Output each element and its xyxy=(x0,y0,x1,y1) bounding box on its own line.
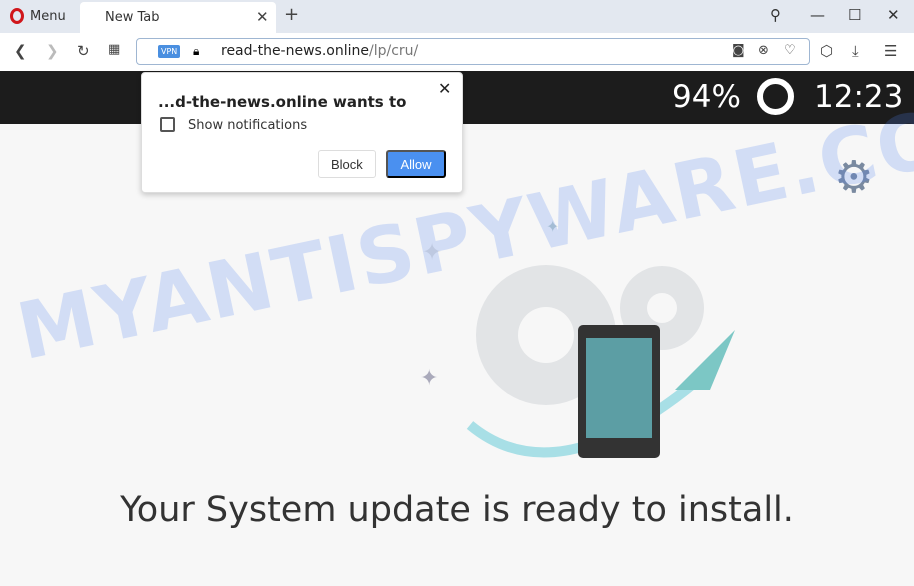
download-icon[interactable]: ⤓ xyxy=(852,42,859,60)
camera-icon[interactable]: ◙ xyxy=(732,43,745,58)
allow-button[interactable]: Allow xyxy=(386,150,446,178)
permission-text: Show notifications xyxy=(188,118,308,133)
loading-ring-icon xyxy=(757,78,794,115)
page-headline: Your System update is ready to install. xyxy=(120,490,794,530)
tab-new-tab[interactable]: New Tab ✕ xyxy=(80,2,276,33)
minimize-icon[interactable]: — xyxy=(810,6,825,24)
new-tab-icon[interactable]: + xyxy=(284,4,299,25)
opera-logo-icon xyxy=(10,8,24,24)
url-host: read-the-news.online xyxy=(221,43,369,59)
notification-permission-popup: ...d-the-news.online wants to ✕ Show not… xyxy=(141,72,463,193)
maximize-icon[interactable]: ☐ xyxy=(848,6,861,24)
speed-dial-icon[interactable]: ▦ xyxy=(108,42,120,57)
close-popup-icon[interactable]: ✕ xyxy=(438,79,451,98)
close-window-icon[interactable]: ✕ xyxy=(887,6,900,24)
block-button[interactable]: Block xyxy=(318,150,376,178)
cube-icon[interactable]: ⬡ xyxy=(820,42,833,60)
notification-icon xyxy=(160,117,175,132)
url-path: /lp/cru/ xyxy=(369,43,419,59)
reload-icon[interactable]: ↻ xyxy=(77,42,90,60)
opera-menu-button[interactable]: Menu xyxy=(10,8,66,24)
menu-label: Menu xyxy=(30,8,66,24)
adblock-icon[interactable]: ⊗ xyxy=(758,43,769,58)
close-tab-icon[interactable]: ✕ xyxy=(256,8,269,26)
address-bar[interactable]: VPN 🔒︎ read-the-news.online/lp/cru/ ◙ ⊗ … xyxy=(136,38,810,65)
tab-title: New Tab xyxy=(105,10,160,25)
lock-icon[interactable]: 🔒︎ xyxy=(193,44,199,59)
forward-icon[interactable]: ❯ xyxy=(46,42,59,60)
vpn-badge[interactable]: VPN xyxy=(158,45,181,58)
back-icon[interactable]: ❮ xyxy=(14,42,27,60)
url-text[interactable]: read-the-news.online/lp/cru/ xyxy=(221,43,418,59)
battery-percent: 94% xyxy=(672,79,741,115)
search-icon[interactable]: ⚲ xyxy=(770,6,781,24)
tab-bar: Menu New Tab ✕ + ⚲ — ☐ ✕ xyxy=(0,0,914,33)
easy-setup-icon[interactable]: ☰ xyxy=(884,42,897,60)
popup-title: ...d-the-news.online wants to xyxy=(158,93,407,111)
heart-icon[interactable]: ♡ xyxy=(784,43,796,58)
navigation-bar: ❮ ❯ ↻ ▦ VPN 🔒︎ read-the-news.online/lp/c… xyxy=(0,33,914,71)
svg-text:✦: ✦ xyxy=(420,366,438,391)
